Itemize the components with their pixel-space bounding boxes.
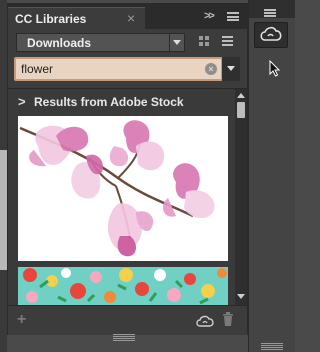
left-panel-edge (0, 0, 7, 352)
scroll-down-arrow-icon[interactable] (237, 294, 245, 299)
cc-libraries-dock-button[interactable] (254, 22, 288, 48)
left-panel-highlight (0, 150, 7, 270)
list-view-icon[interactable] (222, 36, 233, 47)
creative-cloud-icon[interactable] (196, 314, 214, 332)
cc-libraries-panel: CC Libraries × >> Downloads flower × > R… (7, 3, 248, 335)
hamburger-menu-icon[interactable] (264, 9, 276, 17)
tab-title: CC Libraries (15, 12, 87, 26)
dock-header (249, 0, 295, 18)
add-content-button[interactable]: + (17, 311, 26, 329)
panel-footer: + (8, 305, 247, 335)
grid-view-icon[interactable] (199, 36, 210, 47)
trash-icon[interactable] (222, 312, 234, 331)
close-icon[interactable]: × (127, 10, 135, 26)
library-dropdown[interactable]: Downloads (16, 33, 185, 52)
panel-resize-grip[interactable] (113, 334, 135, 341)
mouse-cursor-icon (269, 60, 281, 77)
tab-cc-libraries[interactable]: CC Libraries × (8, 7, 145, 30)
scroll-up-arrow-icon[interactable] (237, 93, 245, 98)
stock-image-floral-pattern[interactable] (18, 267, 228, 305)
stock-image-magnolia[interactable] (18, 116, 228, 261)
panel-tab-bar: CC Libraries × >> (8, 4, 247, 30)
library-selected-value: Downloads (27, 36, 92, 50)
results-list: > Results from Adobe Stock (8, 88, 247, 305)
results-header-label: Results from Adobe Stock (34, 95, 184, 109)
scrollbar-thumb[interactable] (237, 102, 245, 118)
chevron-right-icon[interactable]: > (18, 94, 26, 109)
search-filter-dropdown-button[interactable] (222, 57, 240, 81)
hamburger-menu-icon[interactable] (227, 12, 239, 21)
dropdown-caret-icon[interactable] (169, 34, 184, 51)
search-input[interactable]: flower × (14, 57, 223, 81)
search-input-value: flower (21, 62, 54, 76)
clear-search-icon[interactable]: × (205, 63, 217, 75)
dock-resize-grip[interactable] (261, 343, 283, 350)
results-scrollbar[interactable] (235, 89, 247, 305)
double-chevron-right-icon[interactable]: >> (204, 10, 215, 22)
collapsed-panel-dock (248, 0, 295, 352)
